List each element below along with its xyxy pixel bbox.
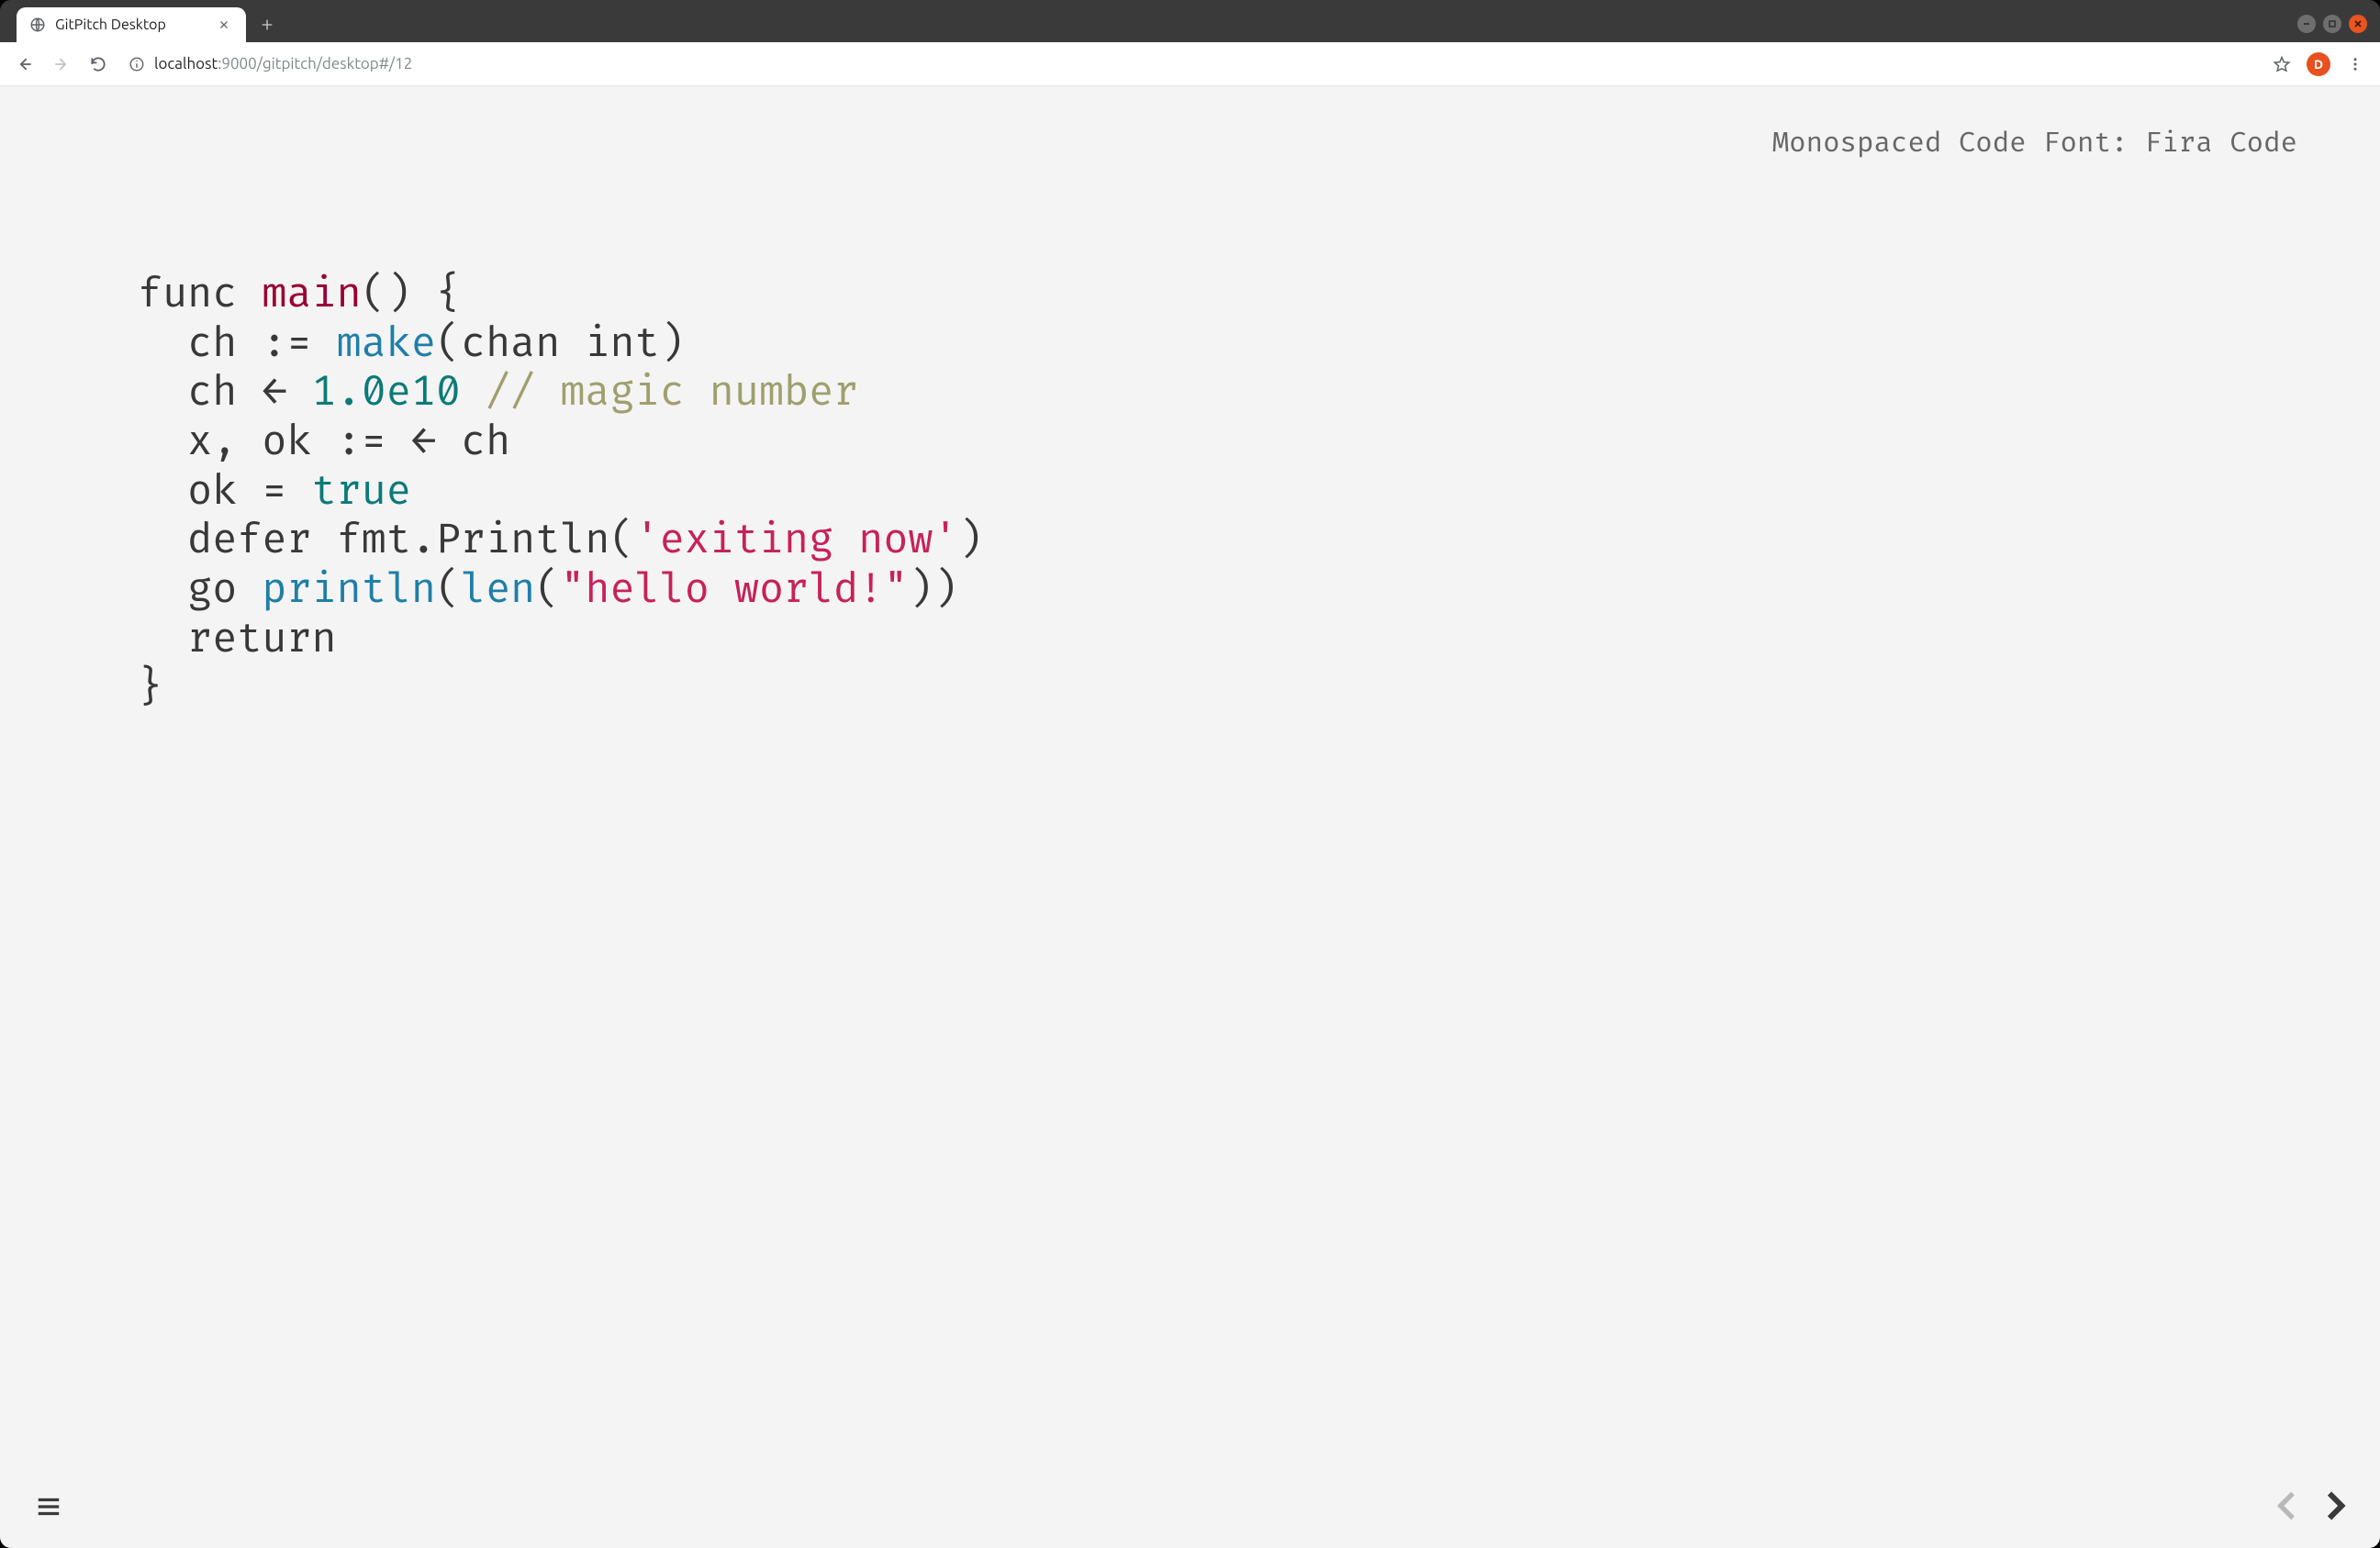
url-host: localhost — [154, 55, 218, 72]
browser-window: GitPitch Desktop — [0, 0, 2380, 1548]
code-token: println — [262, 564, 436, 615]
code-token — [461, 367, 486, 418]
slide-menu-button[interactable] — [35, 1493, 62, 1520]
new-tab-button[interactable] — [253, 11, 281, 39]
code-token: ch ← — [138, 367, 312, 418]
url-path: :9000/gitpitch/desktop#/12 — [218, 55, 412, 72]
back-button[interactable] — [9, 49, 40, 80]
code-token: "hello world!" — [560, 564, 908, 615]
code-token: ) — [958, 515, 983, 565]
code-token: true — [312, 466, 411, 517]
window-minimize-button[interactable] — [2297, 15, 2316, 33]
prev-slide-button[interactable] — [2270, 1484, 2307, 1528]
code-token: x, ok := ← ch — [138, 417, 510, 467]
tab-title: GitPitch Desktop — [55, 17, 206, 33]
globe-icon — [29, 17, 46, 33]
avatar-initial: D — [2314, 57, 2323, 72]
site-info-icon[interactable] — [128, 56, 145, 72]
browser-toolbar: localhost:9000/gitpitch/desktop#/12 D — [0, 42, 2380, 86]
code-token: len — [461, 564, 535, 615]
code-token: } — [138, 663, 162, 713]
slide-heading: Monospaced Code Font: Fira Code — [1772, 127, 2297, 161]
code-token: 'exiting now' — [635, 515, 958, 565]
next-slide-button[interactable] — [2316, 1484, 2352, 1528]
code-block: func main() { ch := make(chan int) ch ← … — [138, 270, 983, 713]
forward-button[interactable] — [46, 49, 77, 80]
slide-viewport: Monospaced Code Font: Fira Code func mai… — [0, 86, 2380, 1548]
slide-nav — [2270, 1484, 2352, 1528]
code-token: go — [138, 564, 262, 615]
code-token: return — [138, 614, 337, 664]
code-token: ( — [535, 564, 560, 615]
avatar: D — [2307, 52, 2330, 76]
close-tab-icon[interactable] — [215, 17, 233, 32]
code-token: ok = — [138, 466, 312, 517]
address-bar[interactable]: localhost:9000/gitpitch/desktop#/12 — [119, 49, 2261, 80]
code-token: defer fmt.Println( — [138, 515, 635, 565]
bookmark-button[interactable] — [2266, 49, 2297, 80]
code-token: ( — [436, 564, 461, 615]
code-token: ch := — [138, 318, 337, 369]
titlebar: GitPitch Desktop — [0, 0, 2380, 42]
code-token: )) — [908, 564, 957, 615]
code-token: make — [337, 318, 436, 369]
window-maximize-button[interactable] — [2323, 15, 2341, 33]
code-token: () { — [362, 269, 461, 319]
code-token: func — [138, 269, 262, 319]
profile-button[interactable]: D — [2303, 49, 2334, 80]
browser-tab[interactable]: GitPitch Desktop — [17, 7, 246, 42]
url-text: localhost:9000/gitpitch/desktop#/12 — [154, 55, 412, 72]
code-token: main — [262, 269, 361, 319]
window-controls — [2297, 15, 2367, 42]
code-token: 1.0e10 — [312, 367, 461, 418]
browser-menu-button[interactable] — [2340, 49, 2371, 80]
window-close-button[interactable] — [2349, 15, 2367, 33]
reload-button[interactable] — [83, 49, 114, 80]
code-token: // magic number — [486, 367, 858, 418]
code-token: (chan int) — [436, 318, 685, 369]
